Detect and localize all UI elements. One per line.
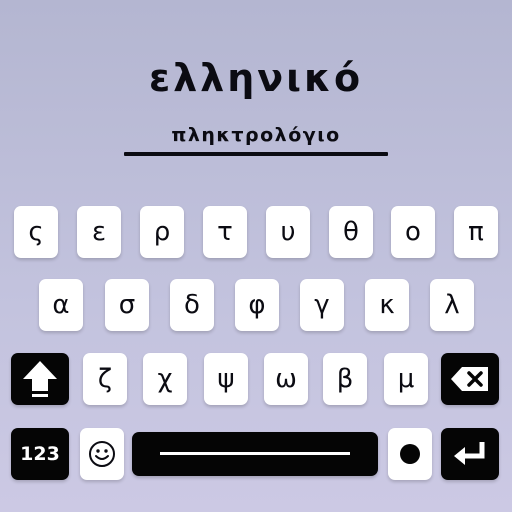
key-chi[interactable]: χ	[143, 353, 187, 405]
backspace-key[interactable]	[441, 353, 499, 405]
key-upsilon[interactable]: υ	[266, 206, 310, 258]
smiley-icon	[88, 440, 116, 468]
enter-key[interactable]	[441, 428, 499, 480]
title-underline	[124, 152, 388, 156]
dot-icon	[398, 442, 422, 466]
key-omicron[interactable]: ο	[391, 206, 435, 258]
key-kappa[interactable]: κ	[365, 279, 409, 331]
keyboard-row-2: α σ δ φ γ κ λ	[0, 279, 512, 331]
dot-key[interactable]	[388, 428, 432, 480]
key-gamma[interactable]: γ	[300, 279, 344, 331]
key-omega[interactable]: ω	[264, 353, 308, 405]
key-alpha[interactable]: α	[39, 279, 83, 331]
title: ελληνικό	[148, 56, 364, 100]
space-bar-line	[160, 452, 350, 455]
key-zeta[interactable]: ζ	[83, 353, 127, 405]
key-lambda[interactable]: λ	[430, 279, 474, 331]
key-mu[interactable]: μ	[384, 353, 428, 405]
keyboard-row-4: 123	[0, 428, 512, 480]
key-epsilon[interactable]: ε	[77, 206, 121, 258]
numbers-key[interactable]: 123	[11, 428, 69, 480]
key-tau[interactable]: τ	[203, 206, 247, 258]
subtitle: πληκτρολόγιο	[171, 124, 341, 146]
key-sigma[interactable]: σ	[105, 279, 149, 331]
backspace-icon	[450, 366, 490, 392]
keyboard-row-1: ς ε ρ τ υ θ ο π	[0, 206, 512, 258]
space-bar[interactable]	[132, 432, 378, 476]
keyboard-row-3: ζ χ ψ ω β μ	[0, 353, 512, 405]
key-psi[interactable]: ψ	[204, 353, 248, 405]
key-pi[interactable]: π	[454, 206, 498, 258]
key-phi[interactable]: φ	[235, 279, 279, 331]
key-theta[interactable]: θ	[329, 206, 373, 258]
key-rho[interactable]: ρ	[140, 206, 184, 258]
emoji-key[interactable]	[80, 428, 124, 480]
shift-arrow-icon	[21, 359, 59, 399]
enter-return-icon	[452, 439, 488, 469]
key-beta[interactable]: β	[323, 353, 367, 405]
key-final-sigma[interactable]: ς	[14, 206, 58, 258]
key-delta[interactable]: δ	[170, 279, 214, 331]
shift-key[interactable]	[11, 353, 69, 405]
